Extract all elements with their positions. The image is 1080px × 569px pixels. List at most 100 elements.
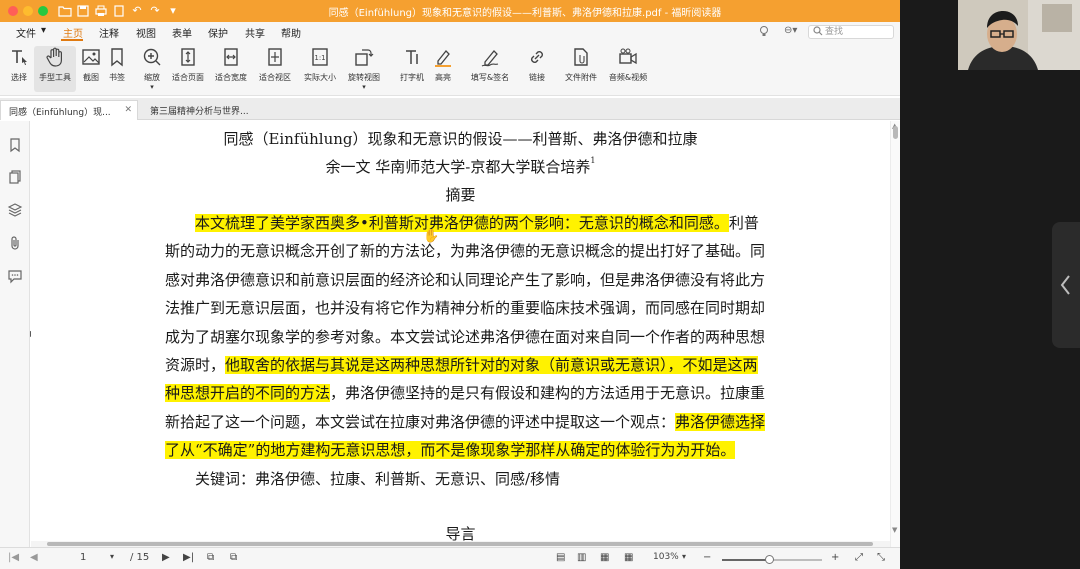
select-tool-button[interactable]: 选择 [4,46,34,92]
new-document-icon[interactable] [112,4,126,18]
undo-icon[interactable]: ↶ [130,4,144,18]
abstract-line: 了从“不确定”的地方建构无意识思想，而不是像现象学那样从确定的体验行为为开始。 [165,439,736,460]
document-title: 同感（Einfühlung）现象和无意识的假设——利普斯、弗洛伊德和拉康 [223,130,698,148]
comments-panel-icon[interactable] [7,268,23,284]
open-folder-icon[interactable] [58,4,72,18]
continuous-page-icon[interactable]: ▥ [577,552,586,563]
typewriter-button[interactable]: 打字机 [397,46,427,92]
first-page-icon[interactable]: |◀ [8,552,19,563]
tab-document-active[interactable]: 同感（Einfühlung）现... ✕ [0,100,138,120]
page-number-input[interactable]: 1 [80,552,86,563]
menu-share[interactable]: 共享 [245,25,265,40]
menu-file[interactable]: 文件 [16,25,36,40]
fit-screen-icon[interactable]: ⤢ [855,552,863,563]
active-menu-indicator [61,39,83,41]
snapshot-button[interactable]: 截图 [78,46,104,92]
zoom-in-icon[interactable]: + [831,552,839,563]
close-tab-icon[interactable]: ✕ [124,105,132,115]
zoom-slider[interactable] [722,555,822,564]
abstract-line: 新拾起了这一个问题，本文尝试在拉康对弗洛伊德的评述中提取这一个观点：弗洛伊德选择 [165,411,766,432]
horizontal-scroll-thumb[interactable] [47,542,873,546]
audio-video-button[interactable]: 音频&视频 [607,46,649,92]
search-input[interactable]: 查找 [808,25,894,39]
pdf-reader-window: ↶ ↷ ▾ 同感（Einfühlung）现象和无意识的假设——利普斯、弗洛伊德和… [0,0,900,569]
menu-file-dropdown-icon[interactable]: ▾ [41,25,46,36]
menu-form[interactable]: 表单 [172,25,192,40]
highlight-button[interactable]: 高亮 [430,46,456,92]
abstract-text: 新拾起了这一个问题，本文尝试在拉康对弗洛伊德的评述中提取这一个观点： [165,412,676,431]
fit-page-button[interactable]: 适合页面 [170,46,206,92]
section-heading-intro: 导言 [445,525,476,541]
attachments-panel-icon[interactable] [7,235,23,251]
fit-visible-button[interactable]: 适合视区 [257,46,293,92]
link-button[interactable]: 链接 [524,46,550,92]
webcam-video-overlay [958,0,1080,70]
audio-video-icon [619,48,637,65]
fill-sign-icon [481,50,499,67]
close-window-button[interactable] [8,6,18,16]
fit-width-button[interactable]: 适合宽度 [213,46,249,92]
single-page-icon[interactable]: ▤ [556,552,565,563]
next-view-icon[interactable]: ⧉ [230,552,237,563]
search-placeholder: 查找 [825,27,844,37]
vertical-scroll-thumb[interactable] [893,126,898,139]
abstract-text: 资源时， [165,356,226,374]
menu-view[interactable]: 视图 [136,25,156,40]
menu-protect[interactable]: 保护 [208,25,228,40]
status-bar: |◀ ◀ 1 ▾ / 15 ▶ ▶| ⧉ ⧉ ▤ ▥ ▦ ▦ 103% ▾ − … [0,547,900,569]
previous-page-icon[interactable]: ◀ [30,552,38,563]
highlighted-text: 了从“不确定”的地方建构无意识思想，而不是像现象学那样从确定的体验行为为开始。 [165,441,736,460]
continuous-facing-icon[interactable]: ▦ [624,552,633,563]
tab-document-2[interactable]: 第三届精神分析与世界... [142,100,260,120]
print-icon[interactable] [94,4,108,18]
side-panel-collapse-button[interactable] [1052,222,1080,348]
file-attachment-button[interactable]: 文件附件 [563,46,599,92]
total-pages: / 15 [130,552,150,563]
menu-home[interactable]: 主页 [63,25,83,40]
zoom-out-icon[interactable]: − [703,552,711,563]
facing-page-icon[interactable]: ▦ [600,552,609,563]
document-tab-bar: 同感（Einfühlung）现... ✕ 第三届精神分析与世界... [0,98,900,120]
last-page-icon[interactable]: ▶| [183,552,194,563]
zoom-slider-knob[interactable] [765,555,774,564]
abstract-heading: 摘要 [445,186,476,204]
vertical-scrollbar[interactable]: ▲ ▼ [890,121,900,547]
search-icon [813,26,823,40]
fullscreen-icon[interactable]: ⤡ [877,552,885,563]
keywords-line: 关键词：弗洛伊德、拉康、利普斯、无意识、同感/移情 [195,470,561,488]
zoom-dropdown-status-icon[interactable]: ▾ [682,552,686,561]
abstract-line: 斯的动力的无意识概念开创了新的方法论，为弗洛伊德的无意识概念的提出打好了基础。同 [165,240,765,261]
actual-size-button[interactable]: 1:1 实际大小 [301,46,339,92]
fill-sign-button[interactable]: 填写&签名 [469,46,511,92]
maximize-window-button[interactable] [38,6,48,16]
zoom-level[interactable]: 103% [653,552,679,562]
pages-panel-icon[interactable] [7,169,23,185]
previous-view-icon[interactable]: ⧉ [207,552,214,563]
author-footnote: 1 [590,156,596,165]
menu-help[interactable]: 帮助 [281,25,301,40]
menu-comment[interactable]: 注释 [99,25,119,40]
snapshot-icon [82,49,100,65]
next-page-icon[interactable]: ▶ [162,552,170,563]
bookmark-button[interactable]: 书签 [104,46,130,92]
abstract-text: ，弗洛伊德坚持的是只有假设和建构的方法适用于无意识。拉康重 [330,384,766,403]
document-author: 余一文 华南师范大学-京都大学联合培养1 [325,156,596,176]
save-icon[interactable] [76,4,90,18]
redo-icon[interactable]: ↷ [148,4,162,18]
lightbulb-icon[interactable] [758,25,770,40]
customize-dropdown-icon[interactable]: ▾ [166,4,180,18]
scroll-down-icon[interactable]: ▼ [892,526,897,534]
abstract-text: 斯的动力的无意识概念开创了新的方法论，为弗洛伊德的无意识概念的提出打好了基础。同 [165,242,766,261]
bookmark-panel-icon[interactable] [7,137,23,153]
page-dropdown-icon[interactable]: ▾ [110,552,114,561]
hand-tool-button[interactable]: 手型工具 [34,46,76,92]
minimize-window-button[interactable] [23,6,33,16]
fit-page-icon [181,48,195,66]
layers-panel-icon[interactable] [7,202,23,218]
view-options-icon[interactable]: ⊖▾ [784,25,797,36]
abstract-text: 法推广到无意识层面，也并没有将它作为精神分析的重要临床技术强调，而同感在同时期却 [165,299,766,318]
rotate-view-button[interactable]: 旋转视图 ▾ [345,46,383,92]
abstract-line: 成为了胡塞尔现象学的参考对象。本文尝试论述弗洛伊德在面对来自同一个作者的两种思想 [165,326,765,347]
bookmark-icon [111,48,123,67]
zoom-button[interactable]: 缩放 ▾ [139,46,165,92]
